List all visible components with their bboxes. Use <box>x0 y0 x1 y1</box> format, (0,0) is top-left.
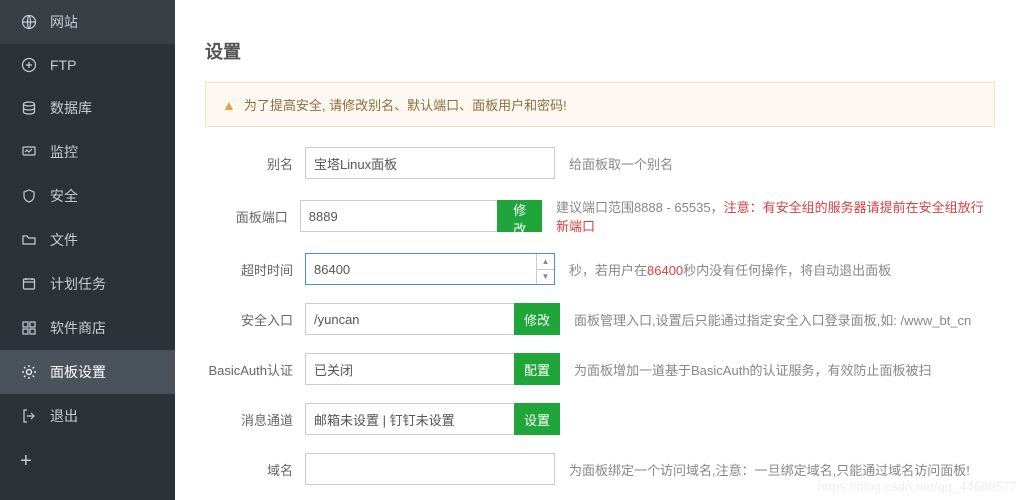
basicauth-help: 为面板增加一道基于BasicAuth的认证服务，有效防止面板被扫 <box>574 360 932 379</box>
port-modify-button[interactable]: 修改 <box>497 200 541 232</box>
sidebar-item-label: 计划任务 <box>50 274 106 294</box>
folder-icon <box>20 231 38 249</box>
basicauth-input[interactable] <box>305 353 515 385</box>
sidebar-item-label: 文件 <box>50 230 78 250</box>
domain-input[interactable] <box>305 453 555 485</box>
main-content: 设置 ▲ 为了提高安全, 请修改别名、默认端口、面板用户和密码! 别名 给面板取… <box>175 0 1025 500</box>
grid-icon <box>20 319 38 337</box>
database-icon <box>20 99 38 117</box>
port-label: 面板端口 <box>205 207 300 226</box>
sidebar-item-panel-settings[interactable]: 面板设置 <box>0 350 175 394</box>
sidebar-item-ftp[interactable]: FTP <box>0 44 175 86</box>
sidebar-item-label: FTP <box>50 57 76 73</box>
message-label: 消息通道 <box>205 410 305 429</box>
section-title: 设置 <box>175 18 1025 82</box>
sidebar-item-security[interactable]: 安全 <box>0 174 175 218</box>
row-domain: 域名 为面板绑定一个访问域名,注意：一旦绑定域名,只能通过域名访问面板! <box>205 453 995 485</box>
sidebar: 网站 FTP 数据库 监控 安全 文件 计划任务 软件商店 <box>0 0 175 500</box>
calendar-icon <box>20 275 38 293</box>
row-port: 面板端口 修改 建议端口范围8888 - 65535，注意：有安全组的服务器请提… <box>205 197 995 235</box>
top-toggle-strip <box>175 0 1025 18</box>
row-basicauth: BasicAuth认证 配置 为面板增加一道基于BasicAuth的认证服务，有… <box>205 353 995 385</box>
message-input[interactable] <box>305 403 515 435</box>
sidebar-item-files[interactable]: 文件 <box>0 218 175 262</box>
spinner-up-icon: ▲ <box>537 254 554 270</box>
sidebar-item-label: 退出 <box>50 406 78 426</box>
domain-label: 域名 <box>205 460 305 479</box>
spinner-down-icon: ▼ <box>537 270 554 285</box>
row-timeout: 超时时间 ▲▼ 秒，若用户在86400秒内没有任何操作，将自动退出面板 <box>205 253 995 285</box>
alert-text: 为了提高安全, 请修改别名、默认端口、面板用户和密码! <box>244 95 567 114</box>
timeout-help: 秒，若用户在86400秒内没有任何操作，将自动退出面板 <box>569 260 891 279</box>
port-help: 建议端口范围8888 - 65535，注意：有安全组的服务器请提前在安全组放行新… <box>556 197 995 235</box>
logout-icon <box>20 407 38 425</box>
sidebar-item-label: 面板设置 <box>50 362 106 382</box>
sidebar-item-label: 安全 <box>50 186 78 206</box>
security-alert: ▲ 为了提高安全, 请修改别名、默认端口、面板用户和密码! <box>205 82 995 127</box>
sidebar-item-label: 数据库 <box>50 98 92 118</box>
sidebar-item-software[interactable]: 软件商店 <box>0 306 175 350</box>
port-input[interactable] <box>300 200 499 232</box>
row-entry: 安全入口 修改 面板管理入口,设置后只能通过指定安全入口登录面板,如: /www… <box>205 303 995 335</box>
sidebar-item-database[interactable]: 数据库 <box>0 86 175 130</box>
timeout-spinner[interactable]: ▲▼ <box>536 254 554 284</box>
sidebar-item-label: 网站 <box>50 12 78 32</box>
domain-help: 为面板绑定一个访问域名,注意：一旦绑定域名,只能通过域名访问面板! <box>569 460 970 479</box>
entry-modify-button[interactable]: 修改 <box>514 303 560 335</box>
basicauth-config-button[interactable]: 配置 <box>514 353 560 385</box>
monitor-icon <box>20 143 38 161</box>
timeout-input[interactable] <box>305 253 555 285</box>
sidebar-item-label: 软件商店 <box>50 318 106 338</box>
basicauth-label: BasicAuth认证 <box>205 360 305 379</box>
alias-input[interactable] <box>305 147 555 179</box>
entry-input[interactable] <box>305 303 515 335</box>
sidebar-item-logout[interactable]: 退出 <box>0 394 175 438</box>
entry-help: 面板管理入口,设置后只能通过指定安全入口登录面板,如: /www_bt_cn <box>574 310 971 329</box>
sidebar-item-website[interactable]: 网站 <box>0 0 175 44</box>
globe-icon <box>20 13 38 31</box>
timeout-label: 超时时间 <box>205 260 305 279</box>
ftp-icon <box>20 56 38 74</box>
sidebar-item-monitor[interactable]: 监控 <box>0 130 175 174</box>
message-set-button[interactable]: 设置 <box>514 403 560 435</box>
sidebar-item-label: 监控 <box>50 142 78 162</box>
shield-icon <box>20 187 38 205</box>
settings-form: 别名 给面板取一个别名 面板端口 修改 建议端口范围8888 - 65535，注… <box>175 147 1025 485</box>
warning-icon: ▲ <box>222 97 236 113</box>
entry-label: 安全入口 <box>205 310 305 329</box>
row-alias: 别名 给面板取一个别名 <box>205 147 995 179</box>
gear-icon <box>20 363 38 381</box>
alias-label: 别名 <box>205 154 305 173</box>
sidebar-add-button[interactable]: + <box>0 438 175 485</box>
sidebar-item-cron[interactable]: 计划任务 <box>0 262 175 306</box>
alias-help: 给面板取一个别名 <box>569 154 673 173</box>
row-message: 消息通道 设置 <box>205 403 995 435</box>
